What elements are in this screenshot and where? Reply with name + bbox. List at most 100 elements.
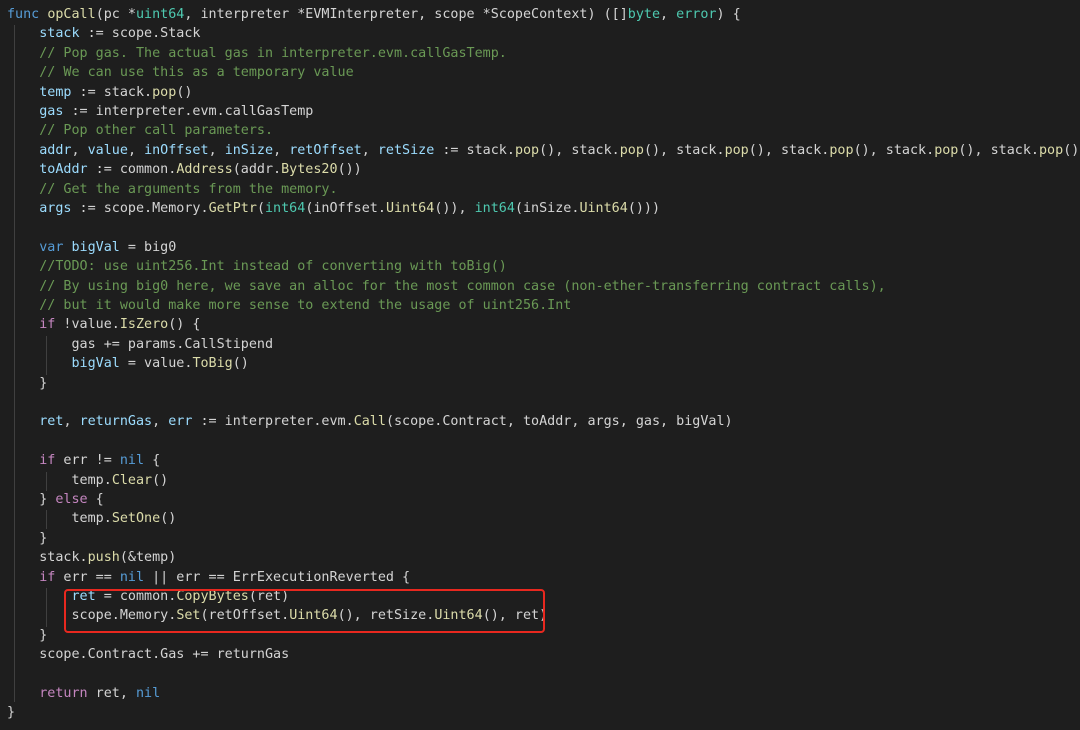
code-token: inSize [224, 142, 274, 158]
code-token: Clear [111, 472, 153, 488]
code-line[interactable]: // We can use this as a temporary value [7, 63, 354, 82]
code-token: pop [829, 142, 854, 158]
code-line[interactable] [7, 665, 15, 684]
code-line[interactable]: toAddr := common.Address(addr.Bytes20()) [7, 160, 362, 179]
code-token: { [144, 453, 161, 469]
code-line[interactable] [7, 218, 15, 237]
code-token: // Get the arguments from the memory. [7, 181, 338, 197]
code-line[interactable]: bigVal = value.ToBig() [7, 354, 249, 373]
code-line[interactable]: args := scope.Memory.GetPtr(int64(inOffs… [7, 199, 660, 218]
code-token: (), stack. [643, 142, 725, 158]
code-line[interactable]: } [7, 374, 47, 393]
code-token: func [7, 7, 48, 22]
code-token: ( [256, 201, 265, 216]
code-line[interactable]: } [7, 529, 47, 548]
code-token: int64 [265, 201, 306, 216]
code-line[interactable]: temp.SetOne() [7, 509, 176, 528]
code-line[interactable]: if err == nil || err == ErrExecutionReve… [7, 568, 410, 587]
code-token: (), stack. [853, 142, 935, 158]
code-editor[interactable]: func opCall(pc *uint64, interpreter *EVM… [0, 0, 1080, 730]
code-line[interactable]: if err != nil { [7, 451, 160, 470]
code-token: pop [724, 142, 749, 158]
code-token: := stack. [71, 84, 153, 100]
code-line[interactable] [7, 432, 15, 451]
code-token: , [63, 414, 80, 430]
code-line[interactable]: addr, value, inOffset, inSize, retOffset… [7, 141, 1079, 160]
code-token: gas += params.CallStipend [7, 336, 274, 352]
code-line[interactable]: // By using big0 here, we save an alloc … [7, 277, 886, 296]
code-token: pop [514, 142, 540, 158]
code-token: (scope.Contract, toAddr, args, gas, bigV… [385, 414, 733, 430]
code-line[interactable]: // Get the arguments from the memory. [7, 180, 338, 199]
code-line[interactable]: func opCall(pc *uint64, interpreter *EVM… [7, 5, 741, 24]
code-token: push [87, 550, 120, 566]
code-line[interactable]: scope.Contract.Gas += returnGas [7, 645, 289, 664]
code-line[interactable]: stack := scope.Stack [7, 24, 201, 43]
code-token: temp. [7, 472, 112, 488]
code-token: } [7, 492, 56, 507]
code-token: bigVal [71, 239, 120, 255]
code-line[interactable]: gas += params.CallStipend [7, 335, 273, 354]
code-token: () { [168, 317, 201, 333]
code-line[interactable]: // Pop gas. The actual gas in interprete… [7, 44, 507, 63]
code-token: // We can use this as a temporary value [7, 65, 354, 81]
code-token: retOffset [289, 142, 362, 158]
code-line[interactable]: stack.push(&temp) [7, 548, 176, 567]
code-token: nil [136, 686, 161, 701]
code-token: (), stack. [748, 142, 830, 158]
code-token: value [87, 142, 128, 158]
code-token: bigVal [71, 356, 120, 372]
code-token: } [7, 627, 48, 643]
code-token: Bytes20 [281, 162, 338, 178]
code-line[interactable]: } [7, 626, 47, 645]
code-line[interactable]: } [7, 703, 15, 722]
code-token: := interpreter.evm. [192, 414, 354, 430]
code-line[interactable]: gas := interpreter.evm.callGasTemp [7, 102, 313, 121]
code-line[interactable] [7, 393, 15, 412]
code-line[interactable]: var bigVal = big0 [7, 238, 176, 257]
code-token: , [127, 142, 145, 158]
code-token: } [7, 530, 48, 546]
code-token: pop [152, 84, 177, 100]
code-token: nil [119, 569, 145, 585]
code-token: addr [39, 142, 72, 158]
code-token: retSize [377, 142, 435, 158]
code-token: (inSize. [514, 201, 580, 216]
code-token: (addr. [232, 162, 282, 178]
code-token: := scope.Stack [79, 26, 201, 42]
code-line[interactable]: return ret, nil [7, 684, 160, 703]
code-token: gas [39, 104, 64, 119]
code-line[interactable]: // but it would make more sense to exten… [7, 296, 571, 315]
code-token: // By using big0 here, we save an alloc … [7, 278, 886, 294]
code-token: temp. [7, 511, 112, 527]
code-token: , [660, 7, 677, 22]
code-line[interactable]: if !value.IsZero() { [7, 315, 201, 334]
code-line[interactable]: ret, returnGas, err := interpreter.evm.C… [7, 412, 733, 431]
code-token: = value. [119, 356, 193, 372]
code-line[interactable]: temp := stack.pop() [7, 83, 192, 102]
code-token: if [39, 453, 56, 469]
code-line[interactable]: //TODO: use uint256.Int instead of conve… [7, 257, 507, 276]
code-line[interactable]: } else { [7, 490, 104, 509]
code-token: , [71, 142, 88, 158]
code-token: (&temp) [119, 550, 177, 566]
code-line[interactable]: temp.Clear() [7, 471, 168, 490]
code-token: ret, [87, 686, 136, 701]
code-token: , [208, 142, 225, 158]
code-token: := scope.Memory. [71, 201, 209, 216]
code-token: inOffset [144, 142, 209, 158]
code-line[interactable]: // Pop other call parameters. [7, 121, 273, 140]
code-token: returnGas [79, 414, 153, 430]
code-token: !value. [55, 317, 120, 333]
code-token: // Pop gas. The actual gas in interprete… [7, 45, 507, 61]
